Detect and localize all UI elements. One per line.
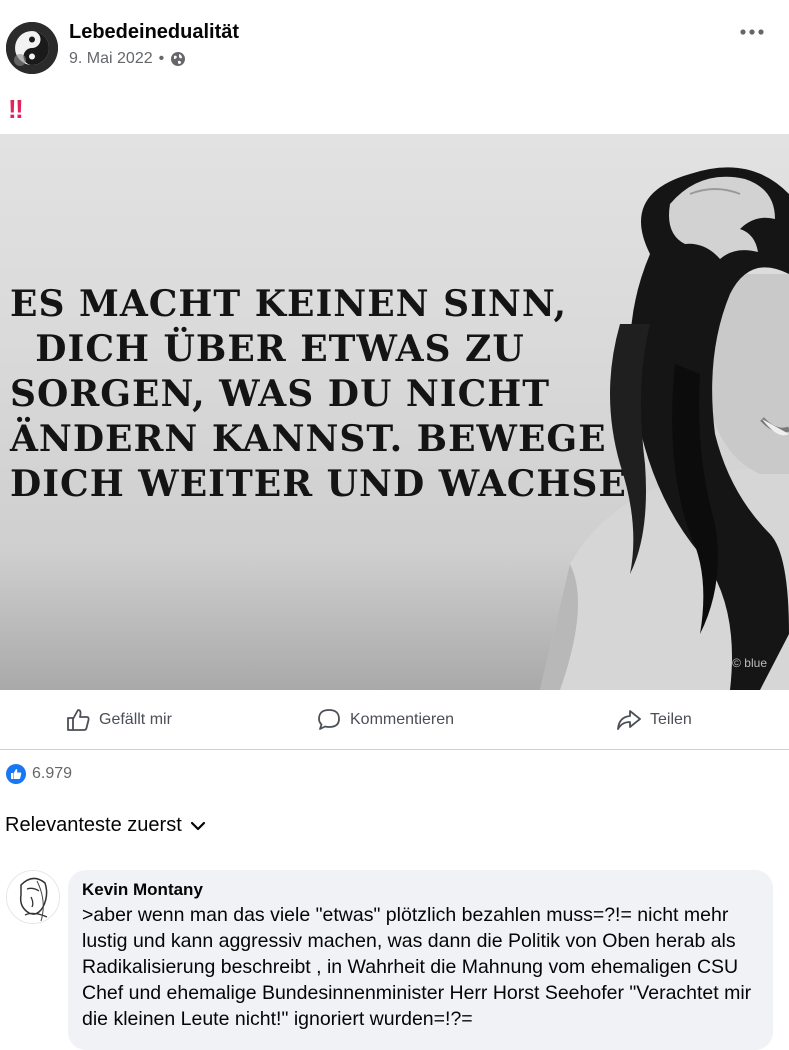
quote-line: dich über etwas zu <box>35 328 525 370</box>
like-reaction-icon <box>6 764 26 784</box>
globe-icon[interactable] <box>170 51 186 67</box>
quote-line: Es macht keinen Sinn, <box>10 283 567 325</box>
post-header: Lebedeinedualität 9. Mai 2022 • <box>0 0 789 90</box>
post-image[interactable]: Es macht keinen Sinn, dich über etwas zu… <box>0 134 789 690</box>
more-horizontal-icon <box>740 29 764 35</box>
chevron-down-icon <box>190 821 205 830</box>
comment-bubble: Kevin Montany >aber wenn man das viele "… <box>68 870 773 1050</box>
reaction-count: 6.979 <box>32 765 73 782</box>
meta-separator: • <box>158 50 165 67</box>
quote-line: sorgen, was du nicht <box>10 373 551 415</box>
share-button[interactable]: Teilen <box>616 691 692 749</box>
comments-sort-dropdown[interactable]: Relevanteste zuerst <box>5 814 206 837</box>
image-quote: Es macht keinen Sinn, dich über etwas zu… <box>10 282 641 507</box>
woman-photo <box>540 167 789 690</box>
comment-author[interactable]: Kevin Montany <box>82 880 759 900</box>
reactions-summary[interactable]: 6.979 <box>6 764 72 784</box>
post-text-emoji: ‼ <box>8 94 24 124</box>
yin-yang-avatar-image <box>6 22 58 74</box>
share-arrow-icon <box>617 710 641 730</box>
quote-line: ändern kannst. Bewege <box>10 418 607 460</box>
more-options-button[interactable] <box>737 18 767 46</box>
thumbs-up-icon <box>67 709 90 731</box>
image-watermark: © blue <box>732 656 767 670</box>
comment-button[interactable]: Kommentieren <box>316 691 454 749</box>
share-label: Teilen <box>650 711 692 728</box>
quote-line: dich weiter und wachse. <box>10 463 641 505</box>
like-button[interactable]: Gefällt mir <box>65 691 172 749</box>
post-meta: 9. Mai 2022 • <box>69 50 186 68</box>
post-actions-bar: Gefällt mir Kommentieren Teilen <box>0 691 789 750</box>
page-avatar[interactable] <box>6 22 58 74</box>
commenter-avatar[interactable] <box>6 870 60 924</box>
speech-bubble-icon <box>318 709 340 730</box>
like-label: Gefällt mir <box>99 711 172 728</box>
page-name[interactable]: Lebedeinedualität <box>69 21 239 44</box>
comment-text: >aber wenn man das viele "etwas" plötzli… <box>82 904 752 1030</box>
post-date[interactable]: 9. Mai 2022 <box>69 50 153 68</box>
comment-label: Kommentieren <box>350 711 455 728</box>
sketch-portrait-image <box>7 871 59 923</box>
sort-label: Relevanteste zuerst <box>5 814 182 836</box>
